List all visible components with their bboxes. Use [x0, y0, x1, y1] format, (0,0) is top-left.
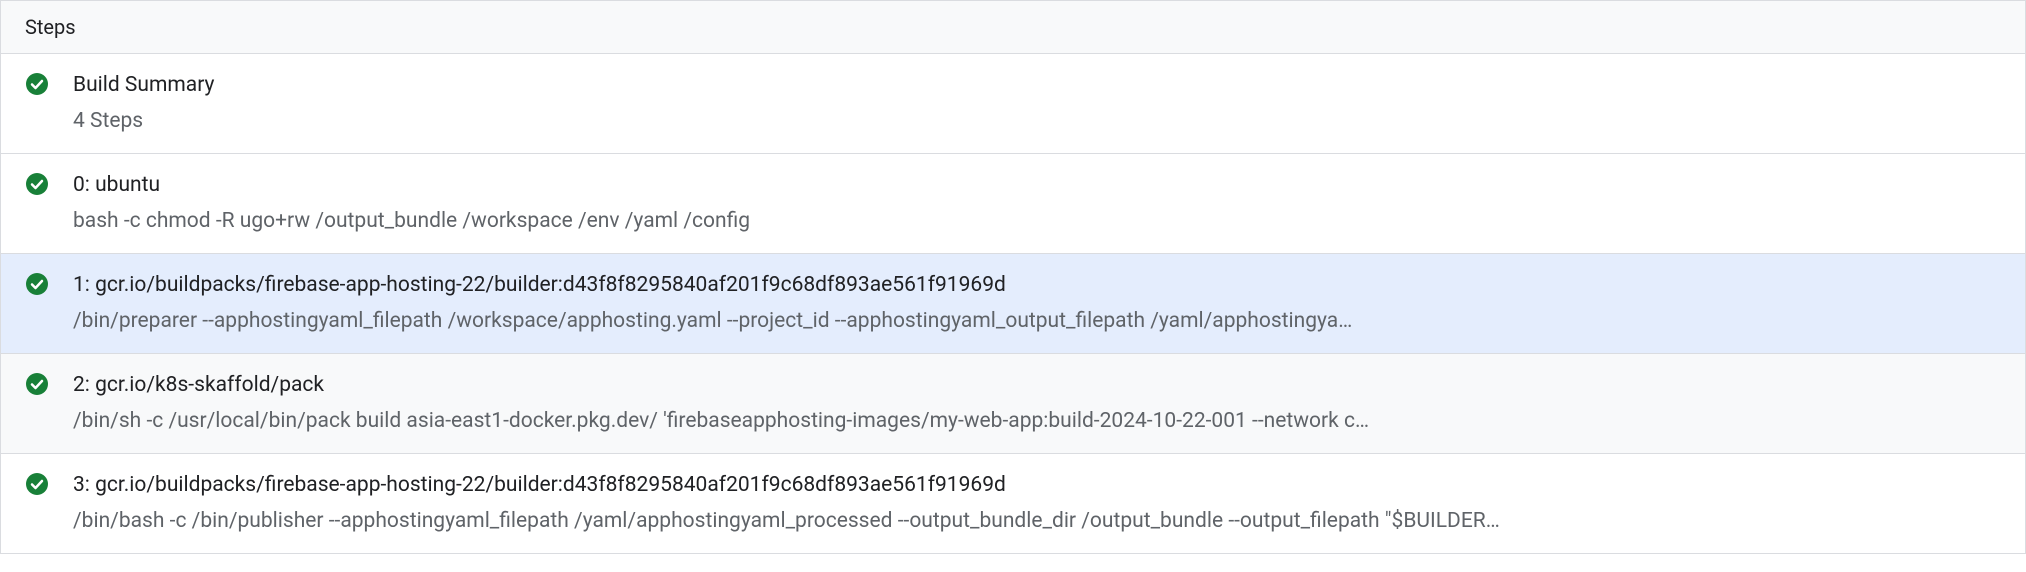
- step-content: 0: ubuntu bash -c chmod -R ugo+rw /output…: [73, 170, 2001, 237]
- status-icon-col: [25, 70, 73, 96]
- step-row[interactable]: 1: gcr.io/buildpacks/firebase-app-hostin…: [1, 254, 2025, 354]
- summary-content: Build Summary 4 Steps: [73, 70, 2001, 137]
- step-title: 1: gcr.io/buildpacks/firebase-app-hostin…: [73, 270, 2001, 302]
- step-title: 2: gcr.io/k8s-skaffold/pack: [73, 370, 2001, 402]
- step-title: 0: ubuntu: [73, 170, 2001, 202]
- success-check-icon: [25, 172, 49, 196]
- step-command: /bin/sh -c /usr/local/bin/pack build asi…: [73, 406, 2001, 438]
- summary-title: Build Summary: [73, 70, 2001, 102]
- success-check-icon: [25, 372, 49, 396]
- success-check-icon: [25, 472, 49, 496]
- step-row[interactable]: 3: gcr.io/buildpacks/firebase-app-hostin…: [1, 454, 2025, 553]
- success-check-icon: [25, 72, 49, 96]
- steps-header: Steps: [1, 1, 2025, 54]
- status-icon-col: [25, 270, 73, 296]
- status-icon-col: [25, 170, 73, 196]
- step-content: 1: gcr.io/buildpacks/firebase-app-hostin…: [73, 270, 2001, 337]
- status-icon-col: [25, 470, 73, 496]
- step-row[interactable]: 0: ubuntu bash -c chmod -R ugo+rw /output…: [1, 154, 2025, 254]
- step-row[interactable]: 2: gcr.io/k8s-skaffold/pack/bin/sh -c /u…: [1, 354, 2025, 454]
- success-check-icon: [25, 272, 49, 296]
- step-command: bash -c chmod -R ugo+rw /output_bundle /…: [73, 206, 2001, 238]
- status-icon-col: [25, 370, 73, 396]
- steps-list: 0: ubuntu bash -c chmod -R ugo+rw /output…: [1, 154, 2025, 553]
- build-summary-row[interactable]: Build Summary 4 Steps: [1, 54, 2025, 154]
- summary-subtitle: 4 Steps: [73, 106, 2001, 138]
- steps-panel: Steps Build Summary 4 Steps 0: ubuntu bas…: [0, 0, 2026, 554]
- step-title: 3: gcr.io/buildpacks/firebase-app-hostin…: [73, 470, 2001, 502]
- steps-header-title: Steps: [25, 15, 76, 39]
- step-content: 2: gcr.io/k8s-skaffold/pack/bin/sh -c /u…: [73, 370, 2001, 437]
- step-command: /bin/preparer --apphostingyaml_filepath …: [73, 306, 2001, 338]
- step-content: 3: gcr.io/buildpacks/firebase-app-hostin…: [73, 470, 2001, 537]
- step-command: /bin/bash -c /bin/publisher --apphosting…: [73, 506, 2001, 538]
